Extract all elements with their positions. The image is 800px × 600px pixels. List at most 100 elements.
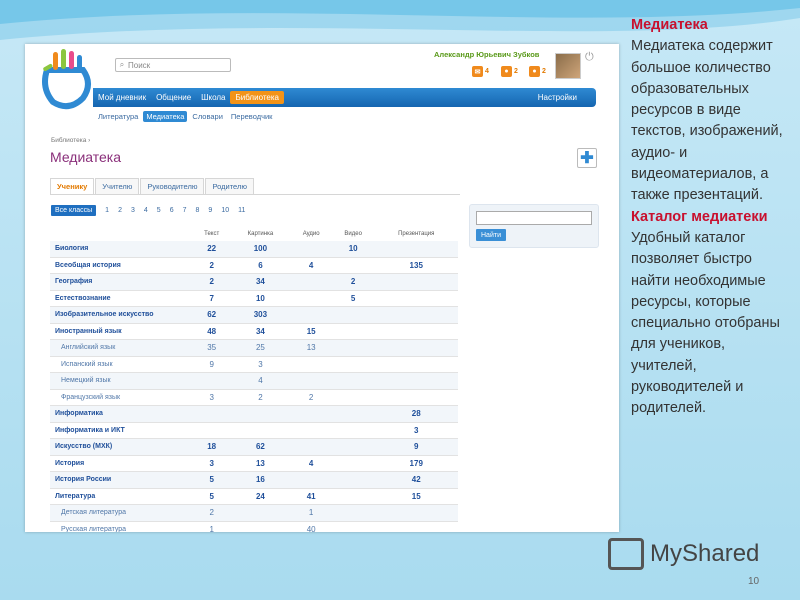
count-cell[interactable]: 35: [193, 339, 231, 357]
search-input[interactable]: ⌕ Поиск: [115, 58, 231, 72]
count-cell[interactable]: 15: [290, 323, 332, 340]
power-icon[interactable]: ⏻: [585, 51, 594, 64]
count-cell[interactable]: 48: [193, 323, 231, 340]
table-row[interactable]: Всеобщая история 2 6 4 135: [50, 257, 458, 274]
nav-settings[interactable]: Настройки: [533, 93, 582, 102]
count-cell[interactable]: 9: [193, 356, 231, 373]
count-cell[interactable]: 5: [331, 290, 375, 307]
user-name[interactable]: Александр Юрьевич Зубков: [434, 50, 539, 59]
subnav-media[interactable]: Медиатека: [143, 111, 188, 122]
media-search-input[interactable]: [476, 211, 592, 225]
count-cell[interactable]: 18: [193, 438, 231, 456]
count-cell[interactable]: 4: [290, 455, 332, 472]
grade-item[interactable]: 10: [221, 207, 229, 214]
tab-teacher[interactable]: Учителю: [95, 178, 140, 194]
table-row[interactable]: Испанский язык 9 3: [50, 356, 458, 373]
count-cell[interactable]: 13: [230, 455, 291, 472]
count-cell[interactable]: 100: [230, 241, 291, 258]
count-cell[interactable]: 10: [331, 241, 375, 258]
count-cell[interactable]: 3: [193, 389, 231, 406]
grade-item[interactable]: 2: [118, 207, 122, 214]
count-cell[interactable]: 135: [374, 257, 458, 274]
grade-item[interactable]: 6: [170, 207, 174, 214]
nav-diary[interactable]: Мой дневник: [93, 93, 151, 102]
breadcrumb[interactable]: Библиотека ›: [51, 137, 90, 144]
subject-name[interactable]: Биология: [50, 241, 193, 258]
count-cell[interactable]: 303: [230, 306, 291, 324]
count-cell[interactable]: 9: [374, 438, 458, 456]
subject-name[interactable]: Испанский язык: [50, 356, 193, 373]
count-cell[interactable]: 2: [230, 389, 291, 406]
count-cell[interactable]: 2: [193, 504, 231, 522]
count-cell[interactable]: 42: [374, 471, 458, 489]
count-cell[interactable]: 10: [230, 290, 291, 307]
subject-name[interactable]: География: [50, 273, 193, 291]
count-cell[interactable]: 28: [374, 405, 458, 423]
find-button[interactable]: Найти: [476, 229, 506, 241]
table-row[interactable]: Биология 22 100 10: [50, 241, 458, 258]
avatar[interactable]: [555, 53, 581, 79]
count-cell[interactable]: 34: [230, 273, 291, 291]
count-cell[interactable]: 7: [193, 290, 231, 307]
table-row[interactable]: Информатика 28: [50, 405, 458, 423]
count-cell[interactable]: 15: [374, 488, 458, 505]
subject-name[interactable]: Информатика: [50, 405, 193, 423]
count-cell[interactable]: 179: [374, 455, 458, 472]
grade-item[interactable]: 1: [105, 207, 109, 214]
table-row[interactable]: Литература 5 24 41 15: [50, 488, 458, 505]
subnav-translator[interactable]: Переводчик: [228, 111, 276, 122]
grade-all[interactable]: Все классы: [51, 205, 97, 216]
table-row[interactable]: Детская литература 2 1: [50, 504, 458, 522]
count-cell[interactable]: 62: [193, 306, 231, 324]
count-cell[interactable]: 3: [193, 455, 231, 472]
table-row[interactable]: Английский язык 35 25 13: [50, 339, 458, 357]
grade-item[interactable]: 3: [131, 207, 135, 214]
subject-name[interactable]: Изобразительное искусство: [50, 306, 193, 324]
tab-parent[interactable]: Родителю: [205, 178, 254, 194]
grade-item[interactable]: 7: [183, 207, 187, 214]
nav-library[interactable]: Библиотека: [230, 91, 284, 104]
subject-name[interactable]: Английский язык: [50, 339, 193, 357]
subject-name[interactable]: Информатика и ИКТ: [50, 422, 193, 439]
count-cell[interactable]: 4: [290, 257, 332, 274]
count-cell[interactable]: 3: [230, 356, 291, 373]
friends-counter[interactable]: ● 2: [501, 66, 518, 77]
subject-name[interactable]: Русская литература: [50, 521, 193, 532]
table-row[interactable]: Изобразительное искусство 62 303: [50, 306, 458, 324]
events-counter[interactable]: ● 2: [529, 66, 546, 77]
count-cell[interactable]: 1: [290, 504, 332, 522]
count-cell[interactable]: 24: [230, 488, 291, 505]
count-cell[interactable]: 5: [193, 471, 231, 489]
count-cell[interactable]: 2: [193, 257, 231, 274]
count-cell[interactable]: 4: [230, 372, 291, 390]
subnav-dictionaries[interactable]: Словари: [189, 111, 225, 122]
table-row[interactable]: Естествознание 7 10 5: [50, 290, 458, 307]
table-row[interactable]: История 3 13 4 179: [50, 455, 458, 472]
count-cell[interactable]: 13: [290, 339, 332, 357]
table-row[interactable]: Иностранный язык 48 34 15: [50, 323, 458, 340]
subject-name[interactable]: Детская литература: [50, 504, 193, 522]
subject-name[interactable]: Всеобщая история: [50, 257, 193, 274]
table-row[interactable]: Немецкий язык 4: [50, 372, 458, 390]
table-row[interactable]: Искусство (МХК) 18 62 9: [50, 438, 458, 456]
grade-item[interactable]: 11: [238, 207, 245, 214]
count-cell[interactable]: 22: [193, 241, 231, 258]
grade-item[interactable]: 5: [157, 207, 161, 214]
count-cell[interactable]: 2: [193, 273, 231, 291]
count-cell[interactable]: 5: [193, 488, 231, 505]
table-row[interactable]: Информатика и ИКТ 3: [50, 422, 458, 439]
tab-student[interactable]: Ученику: [50, 178, 95, 194]
count-cell[interactable]: 62: [230, 438, 291, 456]
count-cell[interactable]: 25: [230, 339, 291, 357]
count-cell[interactable]: 40: [290, 521, 332, 532]
tab-manager[interactable]: Руководителю: [140, 178, 205, 194]
subject-name[interactable]: Искусство (МХК): [50, 438, 193, 456]
subject-name[interactable]: Иностранный язык: [50, 323, 193, 340]
grade-item[interactable]: 8: [196, 207, 200, 214]
count-cell[interactable]: 34: [230, 323, 291, 340]
count-cell[interactable]: 2: [290, 389, 332, 406]
subnav-literature[interactable]: Литература: [95, 111, 141, 122]
table-row[interactable]: География 2 34 2: [50, 273, 458, 291]
count-cell[interactable]: 2: [331, 273, 375, 291]
grade-item[interactable]: 4: [144, 207, 148, 214]
